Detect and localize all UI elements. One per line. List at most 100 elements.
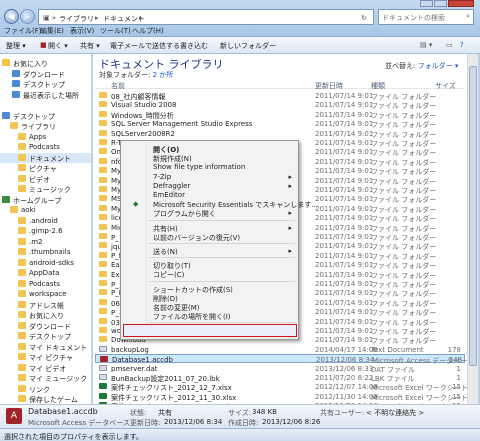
refresh-icon[interactable]: ↻ [361, 14, 367, 22]
organize-button[interactable]: 整理 ▾ [6, 41, 26, 51]
vertical-scrollbar[interactable] [467, 54, 478, 428]
menu-view[interactable]: 表示(V) [70, 26, 94, 36]
window-controls [420, 0, 476, 8]
maximize-button[interactable] [434, 0, 447, 7]
nav-item[interactable]: 最近表示した場所 [0, 90, 91, 100]
nav-item[interactable]: アドレス帳 [0, 300, 91, 310]
nav-item[interactable]: リンク [0, 384, 91, 394]
address-bar[interactable]: ▣ » ライブラリ ▸ ドキュメント ▸ ↻ [38, 9, 374, 25]
burn-button[interactable]: 書き込む [180, 41, 208, 51]
folder-icon [99, 233, 107, 239]
folder-icon [99, 139, 107, 145]
menu-separator [149, 257, 295, 259]
column-name[interactable]: 名前 [111, 81, 125, 91]
file-row[interactable]: Database1.accdb 2013/12/06 8:34 Microsoft … [95, 354, 474, 365]
search-box[interactable]: ⌕ [378, 9, 474, 25]
nav-item[interactable]: ダウンロード [0, 321, 91, 331]
context-menu: 開く(O) 新規作成(N) Show file type information 7-… [120, 140, 318, 340]
submenu-arrow-icon: ▸ [288, 223, 292, 232]
folder-icon [99, 129, 107, 136]
menu-item[interactable]: プログラムから開く ▸ [121, 208, 298, 218]
file-date: 2011/07/14 9:01 [315, 233, 374, 241]
nav-item[interactable]: お気に入り [0, 58, 91, 68]
nav-item[interactable]: デスクトップ [0, 111, 91, 121]
navigation-pane[interactable]: お気に入り ダウンロード デスクトップ 最近表示した場所 デスクトップ ライブラリ Apps… [0, 54, 92, 428]
menu-item[interactable]: ファイルの場所を開く(I) [121, 311, 298, 321]
nav-item[interactable]: ダウンロード [0, 69, 91, 79]
nav-item[interactable]: Apps [0, 132, 91, 142]
nav-item[interactable]: ライブラリ [0, 121, 91, 131]
menu-tools[interactable]: ツール(T) [100, 26, 131, 36]
nav-item-label: ビデオ [29, 175, 50, 184]
file-type: Text Document [371, 345, 424, 354]
nav-item[interactable]: android-sdks [0, 258, 91, 268]
forward-button[interactable]: ▶ [20, 9, 35, 24]
open-button[interactable]: 開く ▾ [48, 41, 68, 51]
file-row[interactable]: Visual Studio 2008 2011/07/14 9:01 ファイル フォ… [95, 100, 465, 110]
arrange-dropdown[interactable]: フォルダー ▾ [418, 62, 459, 70]
column-size[interactable]: サイズ [435, 81, 456, 91]
file-row[interactable]: 08_社内顧客情報 2011/07/14 9:01 ファイル フォルダー [95, 91, 465, 101]
nav-item[interactable]: Podcasts [0, 279, 91, 289]
nav-item[interactable]: ドキュメント [0, 152, 91, 163]
file-row[interactable]: SQLServer2008R2 2011/07/14 9:01 ファイル フォルダー [95, 129, 465, 139]
search-input[interactable] [382, 12, 460, 23]
preview-pane-icon[interactable]: ▭ [446, 41, 453, 49]
column-date[interactable]: 更新日時 [315, 81, 343, 91]
menu-edit[interactable]: 編集(E) [40, 26, 64, 36]
back-button[interactable]: ◀ [4, 9, 19, 24]
file-date: 2011/07/14 9:01 [315, 308, 374, 317]
detail-size-value: 348 KB [252, 408, 277, 416]
nav-item[interactable]: マイ ピクチャ [0, 352, 91, 362]
share-button[interactable]: 共有 ▾ [80, 41, 100, 51]
file-row[interactable]: pmserver.dat 2013/12/06 8:33 DAT ファイル 1 [95, 364, 465, 374]
nav-item[interactable]: ミュージック [0, 184, 91, 194]
scrollbar-thumb[interactable] [469, 66, 477, 366]
folder-icon [99, 308, 107, 315]
menu-file[interactable]: ファイル(F) [4, 26, 42, 36]
menu-help[interactable]: ヘルプ(H) [132, 26, 164, 36]
view-options-icon[interactable]: ▤ ▾ [420, 41, 432, 49]
nav-folder-icon [18, 279, 26, 287]
nav-item[interactable]: Podcasts [0, 142, 91, 152]
file-row[interactable]: 案件チェックリスト_2012_11_30.xlsx 2012/11/30 14:0… [95, 392, 468, 402]
nav-item[interactable]: マイ ビデオ [0, 363, 91, 373]
column-type[interactable]: 種類 [371, 81, 385, 91]
nav-item[interactable]: 保存したゲーム [0, 394, 91, 404]
minimize-button[interactable] [420, 0, 433, 7]
nav-item[interactable]: .thumbnails [0, 247, 91, 257]
nav-item[interactable]: ビデオ [0, 174, 91, 184]
menu-item[interactable]: 以前のバージョンの復元(V) [121, 232, 298, 242]
help-icon[interactable]: ? [460, 41, 464, 49]
file-date: 2011/07/14 9:01 [315, 298, 374, 307]
file-row[interactable]: SQL Server Management Studio Express 2011… [95, 119, 465, 129]
breadcrumb-library[interactable]: ライブラリ [59, 14, 94, 24]
file-row[interactable]: Windows_時間分析 2011/07/14 9:01 ファイル フォルダー [95, 110, 465, 120]
nav-item[interactable]: マイ ミュージック [0, 373, 91, 383]
nav-item[interactable]: .m2 [0, 237, 91, 247]
nav-item[interactable]: お気に入り [0, 310, 91, 320]
file-row[interactable]: BunBackup設定2011_07_20.lbk 2011/07/20 8:22… [95, 373, 465, 383]
includes-link[interactable]: 2 か所 [153, 71, 174, 79]
nav-item[interactable]: AppData [0, 268, 91, 278]
new-folder-button[interactable]: 新しいフォルダー [220, 41, 276, 51]
close-button[interactable] [448, 0, 474, 7]
nav-item[interactable]: ホームグループ [0, 195, 91, 205]
nav-item[interactable]: デスクトップ [0, 79, 91, 89]
nav-item[interactable]: .android [0, 216, 91, 226]
email-button[interactable]: 電子メールで送信する [110, 41, 180, 51]
file-row[interactable]: backupLog 2014/04/17 14:00 Text Document 17… [95, 345, 465, 354]
nav-item[interactable]: デスクトップ [0, 331, 91, 341]
menu-item[interactable]: 送る(N) ▸ [121, 246, 298, 256]
nav-item[interactable]: .gimp-2.6 [0, 226, 91, 236]
nav-item[interactable]: aoki [0, 205, 91, 215]
search-icon[interactable]: ⌕ [466, 12, 470, 21]
nav-item[interactable]: workspace [0, 289, 91, 299]
file-row[interactable]: 案件チェックリスト_2012_12_7.xlsx 2012/12/07 14:00… [95, 382, 468, 392]
nav-item[interactable]: ピクチャ [0, 163, 91, 173]
folder-icon [99, 289, 107, 296]
menu-item[interactable]: コピー(C) [121, 269, 298, 279]
breadcrumb-chevron[interactable]: ▸ [139, 14, 143, 22]
nav-folder-icon [18, 300, 26, 308]
nav-item[interactable]: マイ ドキュメント [0, 342, 91, 352]
